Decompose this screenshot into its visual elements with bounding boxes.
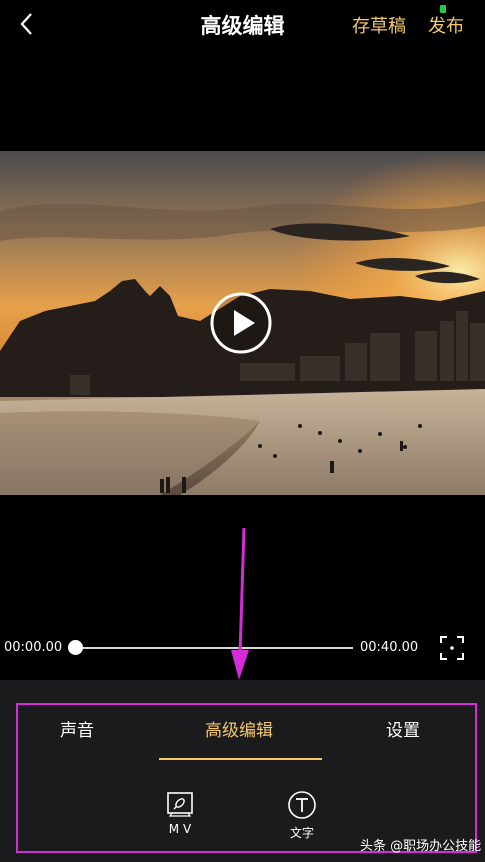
tab-settings[interactable]: 设置 bbox=[386, 716, 420, 741]
mv-tool-button[interactable]: M V bbox=[150, 790, 210, 836]
total-time: 00:40.00 bbox=[360, 640, 419, 655]
tab-advanced-edit[interactable]: 高级编辑 bbox=[205, 716, 273, 741]
mv-tool-label: M V bbox=[168, 822, 192, 836]
text-icon bbox=[288, 791, 316, 819]
watermark: 头条 @职场办公技能 bbox=[360, 839, 482, 854]
progress-knob[interactable] bbox=[68, 640, 83, 655]
save-draft-button[interactable]: 存草稿 bbox=[352, 12, 406, 38]
text-tool-button[interactable]: 文字 bbox=[272, 790, 332, 841]
tab-sound[interactable]: 声音 bbox=[60, 716, 94, 741]
page-title: 高级编辑 bbox=[200, 14, 285, 38]
play-button[interactable] bbox=[209, 291, 273, 355]
annotation-arrow bbox=[231, 528, 249, 680]
mv-icon bbox=[167, 792, 193, 817]
active-tab-indicator bbox=[159, 758, 322, 760]
text-tool-label: 文字 bbox=[289, 826, 314, 840]
publish-button[interactable]: 发布 bbox=[428, 12, 464, 38]
current-time: 00:00.00 bbox=[4, 640, 63, 655]
progress-track[interactable] bbox=[75, 647, 353, 649]
fullscreen-icon[interactable] bbox=[439, 635, 465, 661]
